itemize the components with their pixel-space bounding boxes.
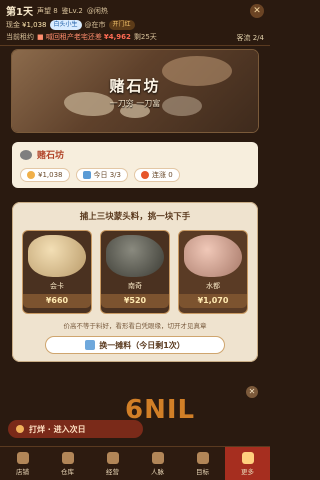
debt-alert: ■ 喊回租产老宅还差 — [37, 33, 102, 41]
stone-image — [106, 235, 164, 277]
card-row: 会卡 ¥660 南奇 ¥520 水都 ¥1,070 — [22, 230, 248, 314]
contacts-icon — [151, 451, 164, 464]
close-shop-label: 打烊 · 进入次日 — [29, 424, 86, 434]
calendar-icon — [82, 171, 91, 179]
warehouse-icon — [61, 451, 74, 464]
status-row-2: 现金 ¥1,038 白头小生 @在市 开门红 — [6, 20, 264, 30]
tab-more[interactable]: 更多 — [225, 447, 270, 480]
lucky-badge: 开门红 — [108, 20, 135, 30]
status-row-3: 当前租约 ■ 喊回租产老宅还差 ¥4,962 剩25天 — [6, 32, 264, 42]
coin-icon — [27, 171, 35, 179]
today-chip: 今日 3/3 — [75, 168, 128, 182]
stone-price: ¥1,070 — [179, 294, 247, 308]
hero-title: 赌石坊 — [109, 77, 161, 95]
close-shop-button[interactable]: 打烊 · 进入次日 — [8, 420, 143, 438]
stone-panel: 捕上三块蒙头料，挑一块下手 会卡 ¥660 南奇 ¥520 水都 ¥1,070 … — [12, 202, 258, 362]
hero-banner: 赌石坊 一刀穷 一刀富 — [12, 50, 258, 132]
fire-icon — [141, 171, 149, 179]
rock-icon — [20, 149, 32, 160]
money-chip: ¥1,038 — [20, 168, 70, 182]
stone-image — [184, 235, 242, 277]
shop-icon — [16, 451, 29, 464]
title-badge: 白头小生 — [49, 20, 82, 30]
refresh-icon — [85, 340, 96, 350]
reputation: 声望 8 — [36, 6, 58, 15]
target-icon — [196, 451, 209, 464]
section-title-text: 赌石坊 — [37, 151, 65, 161]
tab-contacts[interactable]: 人脉 — [135, 447, 180, 480]
stone-price: ¥520 — [101, 294, 169, 308]
stone-card-1[interactable]: 会卡 ¥660 — [22, 230, 92, 314]
hint-text: 价高不等于料好，看形看白凭眼缘，切开才见真章 — [63, 322, 207, 330]
stone-image — [28, 235, 86, 277]
tab-goals[interactable]: 目标 — [180, 447, 225, 480]
debt-label: 当前租约 — [6, 33, 34, 41]
swap-label: 换一摊料（今日剩1次） — [99, 340, 185, 350]
day-label: 第1天 — [6, 7, 33, 18]
guest-count: 客流 2/4 — [236, 34, 265, 42]
tab-warehouse[interactable]: 仓库 — [45, 447, 90, 480]
mood: @闲热 — [86, 6, 108, 15]
days-left: 剩25天 — [133, 33, 157, 41]
streak-chip: 连涨 0 — [134, 168, 180, 182]
cash-value: ¥1,038 — [22, 21, 47, 29]
more-icon — [241, 451, 254, 464]
section-title: 赌石坊 — [20, 148, 250, 161]
tab-bar: 店铺 仓库 经营 人脉 目标 更多 — [0, 446, 270, 480]
business-icon — [106, 451, 119, 464]
stone-name: 南奇 — [128, 282, 142, 290]
notice-text: @在市 — [84, 21, 106, 29]
status-bar: 第1天 声望 8 鉴Lv.2 @闲热 现金 ¥1,038 白头小生 @在市 开门… — [0, 0, 270, 46]
panel-title: 捕上三块蒙头料，挑一块下手 — [79, 212, 191, 222]
debt-amount: ¥4,962 — [103, 33, 131, 41]
stone-card-2[interactable]: 南奇 ¥520 — [100, 230, 170, 314]
tab-business[interactable]: 经营 — [90, 447, 135, 480]
hero-subtitle: 一刀穷 一刀富 — [109, 99, 161, 108]
status-row-1: 第1天 声望 8 鉴Lv.2 @闲热 — [6, 3, 264, 19]
lightbulb-icon — [16, 425, 24, 433]
cash-label: 现金 — [6, 21, 20, 29]
stone-name: 会卡 — [50, 282, 64, 290]
close-button[interactable]: ✕ — [250, 4, 264, 18]
tab-shop[interactable]: 店铺 — [0, 447, 45, 480]
stone-price: ¥660 — [23, 294, 91, 308]
appraise-level: 鉴Lv.2 — [61, 6, 83, 15]
info-card: 赌石坊 ¥1,038 今日 3/3 连涨 0 — [12, 142, 258, 188]
stone-name: 水都 — [206, 282, 220, 290]
chip-row: ¥1,038 今日 3/3 连涨 0 — [20, 168, 250, 182]
swap-button[interactable]: 换一摊料（今日剩1次） — [45, 336, 225, 354]
close-icon[interactable]: ✕ — [246, 386, 258, 398]
stone-card-3[interactable]: 水都 ¥1,070 — [178, 230, 248, 314]
